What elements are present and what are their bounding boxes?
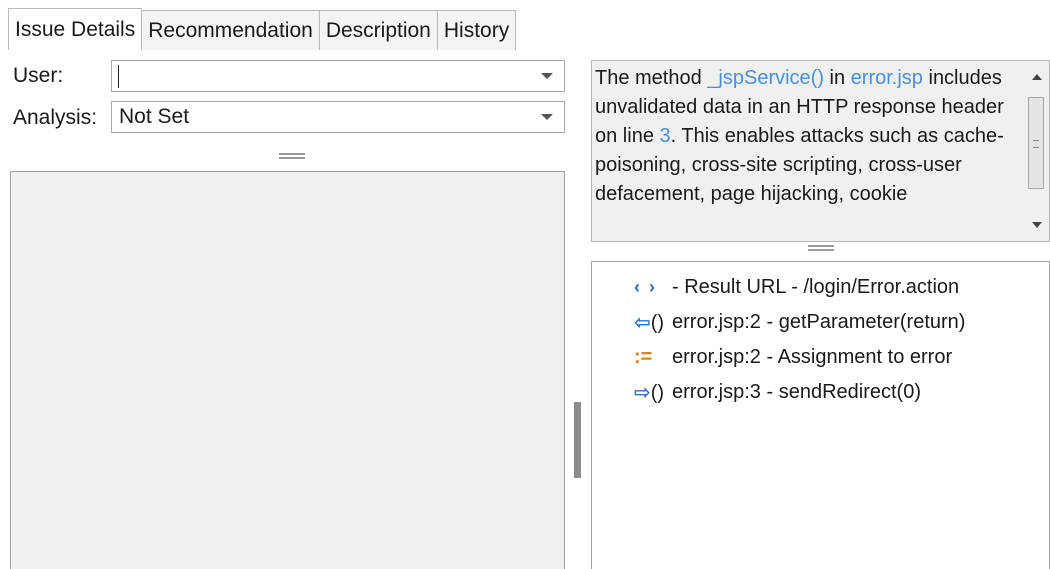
line-link[interactable]: 3 xyxy=(660,125,671,147)
tab-bar: Issue Details Recommendation Description… xyxy=(8,8,517,50)
trace-item-text: error.jsp:2 - Assignment to error xyxy=(672,346,953,368)
scroll-down-button[interactable] xyxy=(1025,213,1049,237)
desc-text-part: in xyxy=(824,67,851,89)
file-link[interactable]: error.jsp xyxy=(851,67,923,89)
tab-recommendation[interactable]: Recommendation xyxy=(141,10,320,50)
trace-item-text: - Result URL - /login/Error.action xyxy=(672,276,960,298)
analysis-value: Not Set xyxy=(119,105,190,128)
vertical-splitter-handle[interactable] xyxy=(574,402,581,478)
analysis-dropdown-button[interactable] xyxy=(530,102,564,132)
parens-glyph: () xyxy=(650,382,665,404)
user-combo[interactable] xyxy=(111,60,565,92)
scroll-thumb[interactable] xyxy=(1028,97,1044,189)
scroll-up-button[interactable] xyxy=(1025,65,1049,89)
trace-list: ‹ › - Result URL - /login/Error.action ⇦… xyxy=(634,270,965,410)
parens-glyph: () xyxy=(650,312,665,334)
tab-history[interactable]: History xyxy=(436,10,517,50)
chevron-up-icon xyxy=(1032,74,1042,80)
user-dropdown-button[interactable] xyxy=(530,61,564,91)
trace-item[interactable]: ⇦() error.jsp:2 - getParameter(return) xyxy=(634,305,965,340)
tab-description[interactable]: Description xyxy=(318,10,438,50)
right-splitter-handle[interactable] xyxy=(808,245,834,251)
comment-panel xyxy=(10,171,565,569)
arrow-glyph: ⇦ xyxy=(634,312,651,334)
issue-description-box: The method _jspService() in error.jsp in… xyxy=(591,60,1050,242)
description-scrollbar[interactable] xyxy=(1025,61,1049,241)
angle-brackets-icon: ‹ › xyxy=(634,277,657,297)
assignment-icon: := xyxy=(634,346,653,368)
trace-item[interactable]: ⇨() error.jsp:3 - sendRedirect(0) xyxy=(634,375,965,410)
desc-text-part: The method xyxy=(595,67,708,89)
input-arrow-icon: ⇦() xyxy=(634,310,672,335)
text-cursor xyxy=(118,65,119,88)
chevron-down-icon xyxy=(541,73,553,79)
chevron-down-icon xyxy=(1032,222,1042,228)
analysis-trace-panel: ‹ › - Result URL - /login/Error.action ⇦… xyxy=(591,261,1050,569)
user-label: User: xyxy=(13,64,64,87)
trace-item-text: error.jsp:3 - sendRedirect(0) xyxy=(672,381,921,403)
arrow-glyph: ⇨ xyxy=(634,382,651,404)
trace-item[interactable]: := error.jsp:2 - Assignment to error xyxy=(634,340,965,375)
trace-item-text: error.jsp:2 - getParameter(return) xyxy=(672,311,966,333)
description-text: The method _jspService() in error.jsp in… xyxy=(595,64,1015,209)
tab-issue-details[interactable]: Issue Details xyxy=(8,8,143,50)
left-splitter-handle[interactable] xyxy=(279,153,305,159)
analysis-combo[interactable]: Not Set xyxy=(111,101,565,133)
output-arrow-icon: ⇨() xyxy=(634,380,672,405)
method-link[interactable]: _jspService() xyxy=(707,67,824,89)
trace-item[interactable]: ‹ › - Result URL - /login/Error.action xyxy=(634,270,965,305)
analysis-label: Analysis: xyxy=(13,106,98,129)
chevron-down-icon xyxy=(541,114,553,120)
